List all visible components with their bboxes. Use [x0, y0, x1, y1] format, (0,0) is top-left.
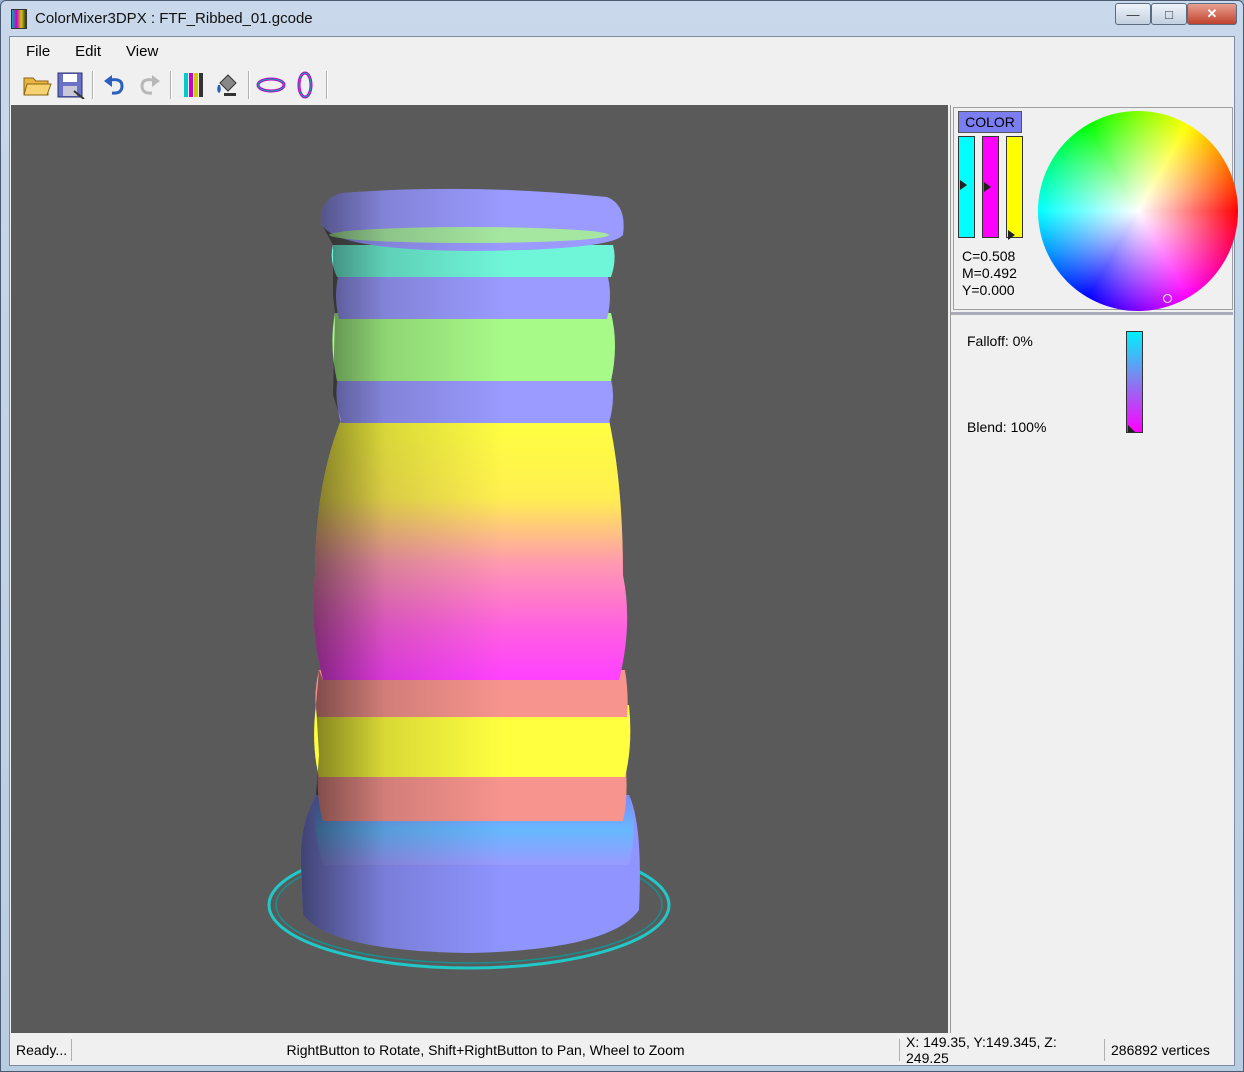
menu-bar: File Edit View: [10, 37, 1234, 65]
color-bars-button[interactable]: [176, 69, 210, 101]
toolbar-separator: [170, 71, 172, 99]
yellow-slider[interactable]: [1006, 136, 1023, 240]
close-button[interactable]: ✕: [1187, 3, 1237, 25]
undo-button[interactable]: [98, 69, 132, 101]
toolbar-separator: [326, 71, 328, 99]
app-window: ColorMixer3DPX : FTF_Ribbed_01.gcode — □…: [0, 0, 1244, 1072]
cyan-slider[interactable]: [958, 136, 975, 238]
save-button[interactable]: [54, 69, 88, 101]
yellow-value: Y=0.000: [962, 282, 1015, 298]
window-title: ColorMixer3DPX : FTF_Ribbed_01.gcode: [35, 10, 313, 27]
menu-edit[interactable]: Edit: [59, 43, 110, 60]
save-icon: [57, 72, 85, 99]
menu-view[interactable]: View: [110, 43, 167, 60]
falloff-label: Falloff: 0%: [967, 333, 1033, 349]
magenta-value: M=0.492: [962, 265, 1017, 281]
undo-icon: [104, 75, 124, 95]
client-area: File Edit View COLOR C=0.508 M=0.492 Y=0…: [9, 36, 1238, 1066]
maximize-button[interactable]: □: [1151, 3, 1187, 25]
color-wheel-marker[interactable]: [1163, 294, 1172, 303]
slider-handle-icon[interactable]: [1128, 425, 1135, 432]
magenta-slider[interactable]: [982, 136, 999, 238]
slider-handle-icon[interactable]: [960, 180, 967, 190]
panel-divider: [951, 312, 1233, 315]
status-vertices: 286892 vertices: [1111, 1042, 1210, 1058]
paint-bucket-button[interactable]: [210, 69, 244, 101]
blend-label: Blend: 100%: [967, 419, 1047, 435]
falloff-blend-slider[interactable]: [1126, 331, 1143, 433]
status-coords: X: 149.35, Y:149.345, Z: 249.25: [900, 1034, 1105, 1066]
paint-bucket-icon: [217, 74, 237, 96]
3d-viewport[interactable]: [11, 105, 948, 1033]
minimize-button[interactable]: —: [1115, 3, 1151, 25]
vertical-ring-button[interactable]: [288, 69, 322, 101]
app-icon: [11, 9, 27, 29]
open-button[interactable]: [20, 69, 54, 101]
toolbar: [10, 67, 1234, 103]
color-label: COLOR: [958, 111, 1022, 133]
vertical-ring-icon: [297, 71, 313, 99]
menu-file[interactable]: File: [10, 43, 59, 60]
model-render: [267, 188, 671, 970]
redo-icon: [140, 75, 160, 95]
side-panel: COLOR C=0.508 M=0.492 Y=0.000 Falloff: 0…: [950, 105, 1238, 1033]
status-state: Ready...: [10, 1039, 72, 1061]
toolbar-separator: [92, 71, 94, 99]
horizontal-ring-icon: [256, 77, 286, 93]
horizontal-ring-button[interactable]: [254, 69, 288, 101]
slider-handle-icon[interactable]: [1008, 230, 1015, 240]
redo-button[interactable]: [132, 69, 166, 101]
cyan-value: C=0.508: [962, 248, 1016, 264]
slider-handle-icon[interactable]: [984, 182, 991, 192]
open-icon: [23, 77, 52, 96]
title-bar[interactable]: ColorMixer3DPX : FTF_Ribbed_01.gcode — □…: [1, 1, 1243, 36]
color-bars-icon: [184, 73, 203, 97]
color-wheel[interactable]: [1038, 111, 1238, 311]
status-hint: RightButton to Rotate, Shift+RightButton…: [72, 1039, 900, 1061]
toolbar-separator: [248, 71, 250, 99]
color-picker-panel: COLOR C=0.508 M=0.492 Y=0.000: [953, 107, 1238, 311]
status-bar: Ready... RightButton to Rotate, Shift+Ri…: [10, 1034, 1234, 1066]
